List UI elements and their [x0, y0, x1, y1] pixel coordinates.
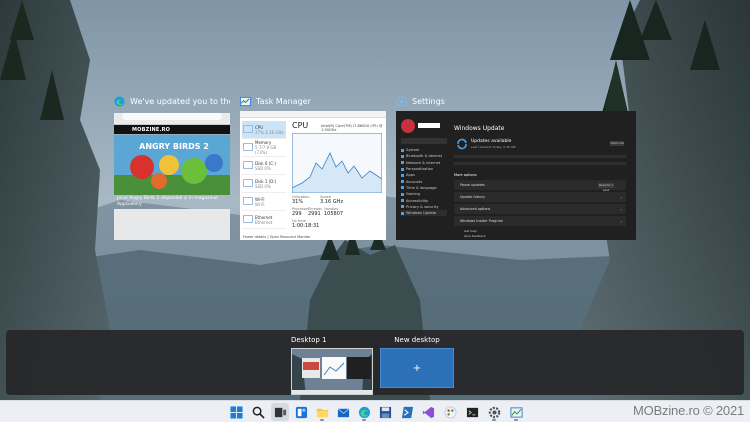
perf-item-disk-1: Disk 1 (D:) SSD 0% [242, 175, 286, 193]
article-body [114, 209, 230, 240]
perf-item-cpu: CPU 27% 3.16 GHz [242, 121, 286, 139]
terminal-icon[interactable] [463, 403, 481, 421]
article-headline: Jocul Angry Birds 2 disponibil și în mag… [117, 196, 218, 207]
stat-uptime: Up time 1:00:18:31 [292, 219, 320, 229]
pause-dropdown: Pause for 1 week [598, 182, 614, 192]
search-icon[interactable] [249, 403, 267, 421]
edge-page-preview: MOBZINE.RO ANGRY BIRDS 2 Jocul Angry Bir… [114, 111, 230, 240]
edge-toolbar [114, 113, 230, 125]
settings-gear-icon[interactable] [485, 403, 503, 421]
update-history-card: Update history › [454, 192, 626, 202]
account-header [401, 115, 447, 134]
stat-handles: Handles 105807 [324, 207, 344, 217]
new-desktop-button[interactable]: + [380, 348, 454, 388]
mail-icon[interactable] [334, 403, 352, 421]
task-view-icon[interactable] [271, 403, 289, 421]
edge-icon [114, 95, 125, 107]
window-thumbnail-settings[interactable]: Settings System Bluetooth & devices Netw… [396, 91, 636, 240]
svg-text:ANGRY BIRDS 2: ANGRY BIRDS 2 [139, 142, 209, 151]
chevron-right-icon: › [620, 206, 622, 212]
task-manager-icon [240, 96, 251, 107]
new-desktop-tile[interactable]: New desktop + [380, 336, 454, 388]
task-manager-footer: Fewer details | Open Resource Monitor [243, 235, 311, 239]
settings-main: Windows Update Updates available Last ch… [454, 111, 626, 240]
graph-title: CPU [292, 121, 309, 130]
window-title: Settings [412, 96, 445, 106]
desktop-label: Desktop 1 [291, 336, 327, 344]
address-bar [122, 113, 222, 120]
more-options-heading: More options [454, 173, 477, 177]
window-title-bar: Task Manager [240, 91, 386, 111]
stat-speed: Speed 3.16 GHz [320, 195, 343, 205]
update-entry [454, 155, 626, 158]
window-thumbnail-edge[interactable]: We've updated you to the la... MOBZINE.R… [114, 91, 230, 240]
avatar [401, 118, 415, 133]
save-icon[interactable] [376, 403, 394, 421]
perf-item-memory: Memory 5.7/7.9 GB (73%) [242, 139, 286, 157]
check-updates-button: Check now [610, 141, 624, 146]
site-header: MOBZINE.RO [114, 125, 230, 134]
give-feedback-link: Give feedback [464, 234, 486, 238]
visual-studio-icon[interactable] [419, 403, 437, 421]
settings-preview: System Bluetooth & devices Network & int… [396, 111, 636, 240]
update-entry [454, 162, 626, 165]
new-desktop-label: New desktop [394, 336, 440, 344]
site-name: MOBZINE.RO [132, 126, 171, 133]
stat-threads: Threads 2991 [308, 207, 323, 217]
perf-item-ethernet: Ethernet Ethernet [242, 211, 286, 229]
cpu-utilization-graph [292, 133, 382, 193]
widgets-icon[interactable] [292, 403, 310, 421]
file-explorer-icon[interactable] [313, 403, 331, 421]
perf-item-disk-0: Disk 0 (C:) SSD 0% [242, 157, 286, 175]
stat-processes: Processes 299 [292, 207, 310, 217]
article-image: ANGRY BIRDS 2 [114, 135, 230, 195]
window-title-bar: We've updated you to the la... [114, 91, 230, 111]
window-thumbnail-task-manager[interactable]: Task Manager CPU 27% 3.16 GHz Memory 5.7/7… [240, 91, 386, 240]
insider-program-card: Windows Insider Program › [454, 216, 626, 226]
paint-icon[interactable] [441, 403, 459, 421]
watermark: MOBzine.ro © 2021 [633, 403, 744, 418]
window-title: We've updated you to the la... [130, 96, 230, 106]
edge-icon[interactable] [355, 403, 373, 421]
window-title: Task Manager [256, 96, 311, 106]
perf-item-wifi: Wi-Fi Wi-Fi [242, 193, 286, 211]
desktop-1-preview [291, 348, 373, 395]
powershell-icon[interactable] [398, 403, 416, 421]
sync-icon [457, 138, 467, 150]
nav-list: System Bluetooth & devices Network & int… [401, 147, 447, 217]
update-status-title: Updates available [471, 139, 512, 144]
stat-utilization: Utilization 31% [292, 195, 310, 205]
settings-nav: System Bluetooth & devices Network & int… [401, 115, 447, 217]
processor-name: Intel(R) Core(TM) i7-8650U CPU @ 1.90GHz [321, 124, 383, 132]
desktop-1-thumbnail [292, 349, 372, 394]
desktop-1-tile[interactable]: Desktop 1 [291, 336, 373, 395]
start-icon[interactable] [227, 403, 245, 421]
nav-item-windows-update: Windows Update [401, 209, 447, 217]
task-manager-icon[interactable] [507, 403, 525, 421]
chevron-right-icon: › [620, 194, 622, 200]
task-manager-tabs [240, 111, 386, 118]
performance-sidebar: CPU 27% 3.16 GHz Memory 5.7/7.9 GB (73%) D… [242, 121, 286, 229]
page-title: Windows Update [454, 125, 505, 132]
window-title-bar: Settings [396, 91, 636, 111]
task-manager-preview: CPU 27% 3.16 GHz Memory 5.7/7.9 GB (73%) D… [240, 111, 386, 240]
update-status-subtitle: Last checked: Today, 9:36 AM [471, 145, 516, 149]
virtual-desktops-bar: Desktop 1 New desktop + [6, 330, 744, 395]
pause-updates-card: Pause updates Pause for 1 week [454, 180, 626, 192]
plus-icon: + [412, 362, 422, 374]
get-help-link: Get help [464, 229, 477, 233]
account-name [418, 123, 440, 128]
find-setting-input [401, 138, 447, 144]
advanced-options-card: Advanced options › [454, 204, 626, 214]
chevron-right-icon: › [620, 218, 622, 224]
settings-gear-icon [396, 95, 407, 107]
